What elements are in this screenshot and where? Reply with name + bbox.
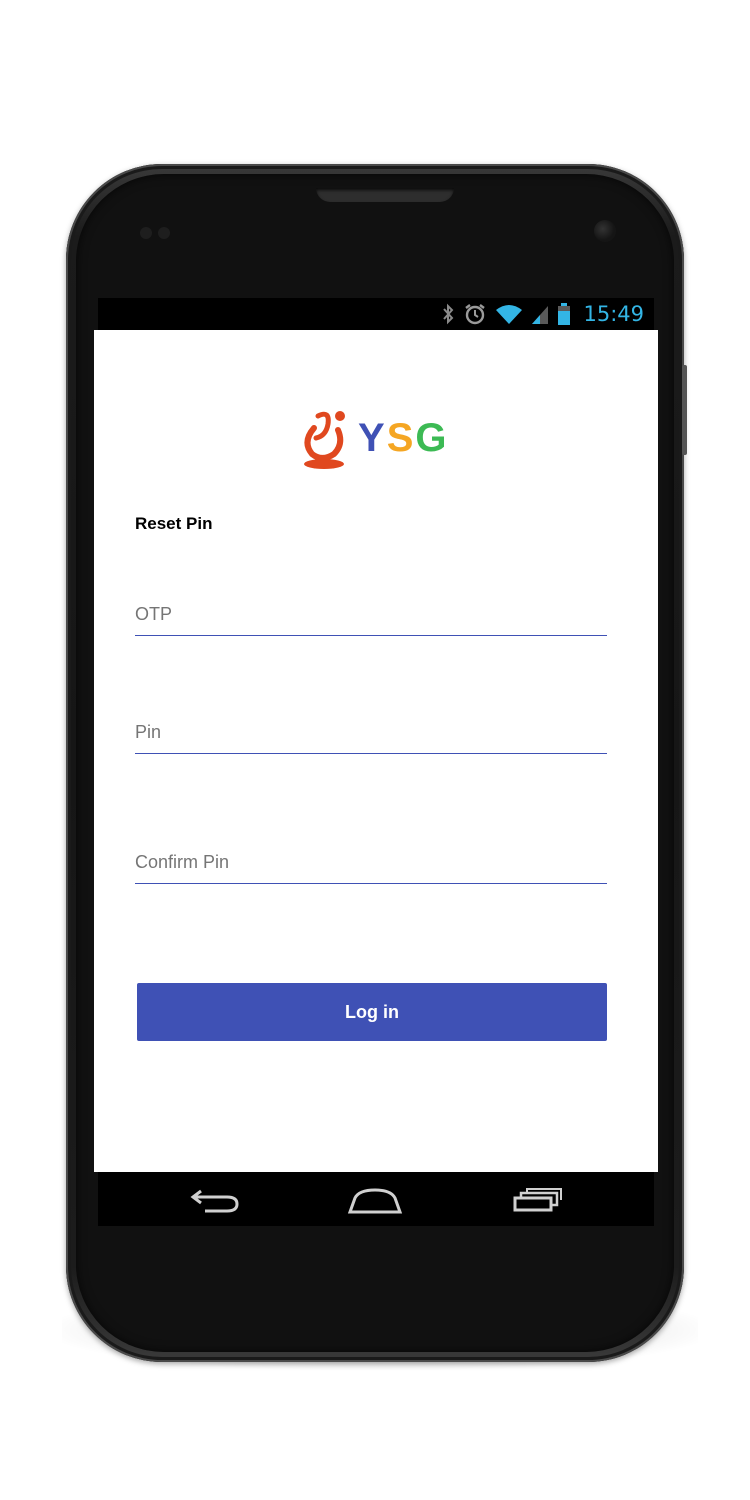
login-button[interactable]: Log in: [137, 983, 607, 1041]
recent-apps-button[interactable]: [503, 1180, 573, 1220]
confirm-pin-input[interactable]: [135, 852, 607, 884]
battery-icon: [558, 303, 571, 325]
home-icon: [347, 1188, 403, 1214]
pin-field: [135, 722, 607, 754]
status-time: 15:49: [583, 302, 644, 326]
status-bar: 15:49: [98, 298, 654, 330]
logo-letter-s: S: [386, 416, 416, 460]
logo-wordmark: YSG: [358, 416, 449, 461]
proximity-sensors: [140, 226, 180, 239]
bluetooth-icon: [443, 303, 454, 325]
navigation-bar: [98, 1172, 654, 1226]
otp-input[interactable]: [135, 604, 607, 636]
front-camera-icon: [594, 220, 616, 242]
pin-input[interactable]: [135, 722, 607, 754]
logo-letter-y: Y: [358, 416, 387, 460]
device-mockup: 15:49 YSG Reset Pin Log in: [0, 0, 750, 1500]
ysg-logo: YSG: [300, 406, 450, 476]
alarm-icon: [465, 304, 486, 325]
home-button[interactable]: [340, 1180, 410, 1220]
page-title: Reset Pin: [135, 514, 213, 533]
status-icons: 15:49: [441, 298, 644, 330]
wifi-icon: [496, 305, 523, 324]
confirm-pin-field: [135, 852, 607, 884]
power-button: [682, 365, 687, 455]
ysg-logo-mark-icon: [304, 411, 345, 469]
otp-field: [135, 604, 607, 636]
back-icon: [190, 1189, 239, 1213]
back-button[interactable]: [180, 1180, 250, 1220]
earpiece-speaker: [316, 188, 454, 202]
recent-apps-icon: [513, 1188, 562, 1212]
logo-letter-g: G: [415, 416, 449, 460]
app-screen: YSG Reset Pin Log in: [94, 330, 658, 1172]
signal-icon: [532, 306, 549, 324]
